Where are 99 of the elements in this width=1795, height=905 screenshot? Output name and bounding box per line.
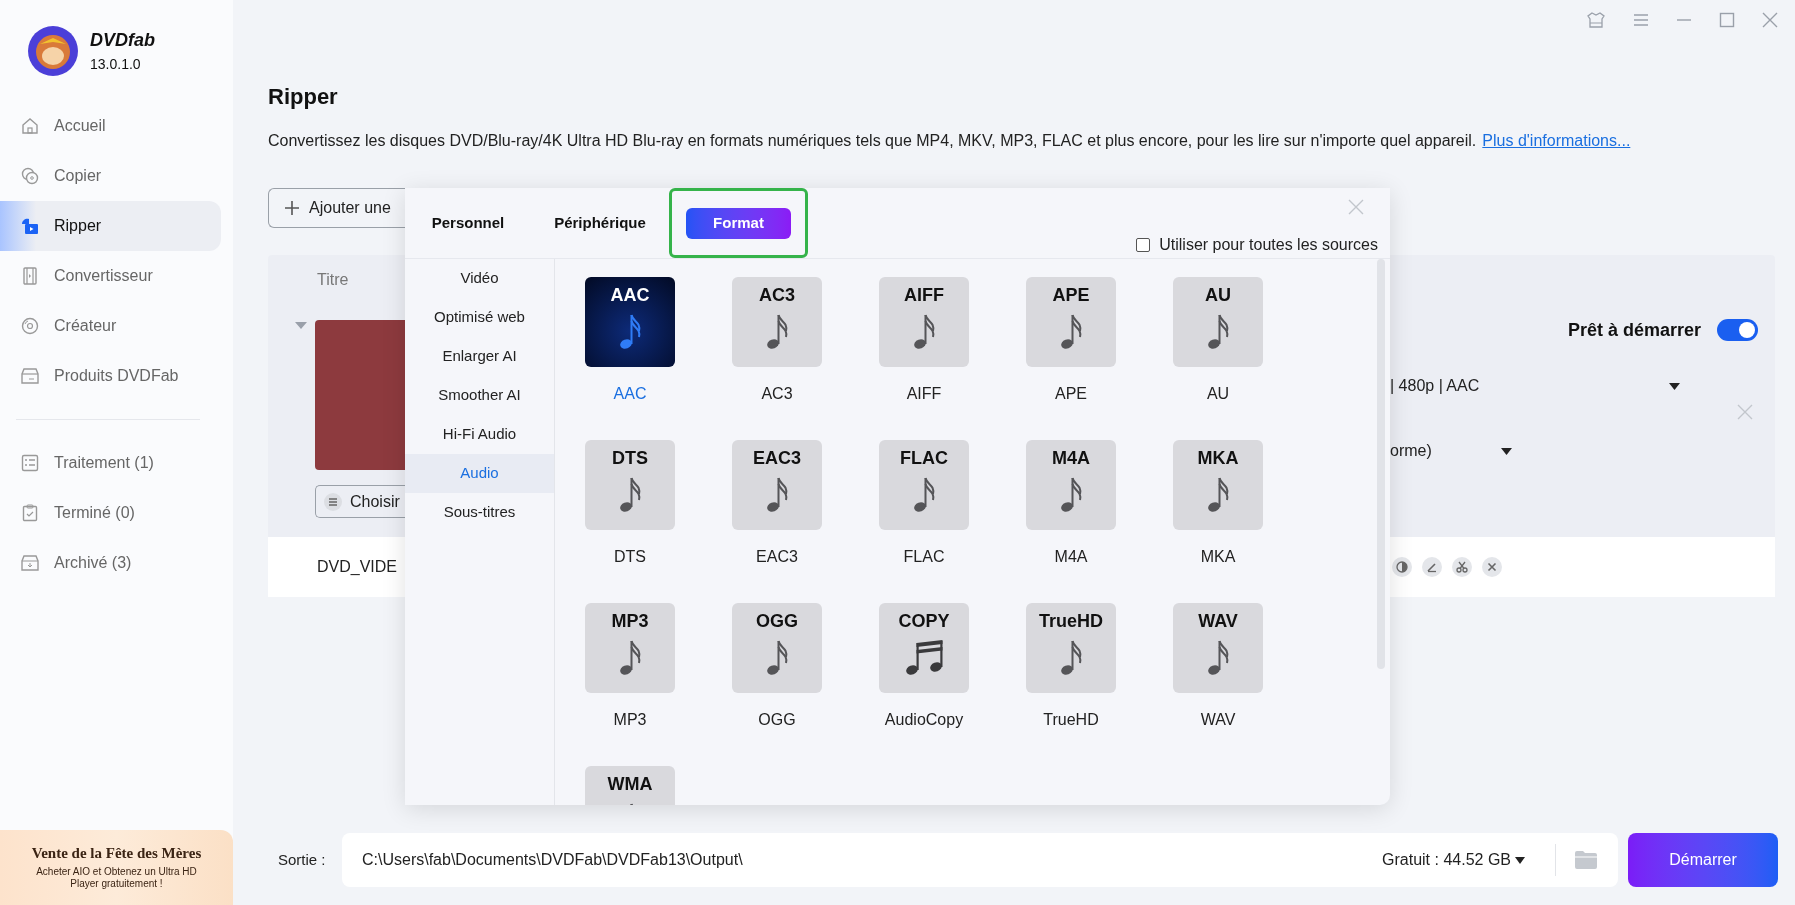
format-tile[interactable]: OGG [732, 603, 822, 693]
format-tile[interactable]: M4A [1026, 440, 1116, 530]
promo-title: Vente de la Fête des Mères [31, 845, 202, 862]
format-label: AAC [613, 384, 647, 404]
more-info-link[interactable]: Plus d'informations... [1482, 129, 1631, 153]
maximize-icon[interactable] [1719, 12, 1735, 28]
caret-down-icon [1515, 856, 1525, 864]
category-item[interactable]: Optimisé web [405, 298, 554, 337]
category-item[interactable]: Sous-titres [405, 493, 554, 532]
format-tile[interactable]: MKA [1173, 440, 1263, 530]
format-tile[interactable]: COPY [879, 603, 969, 693]
format-tile[interactable]: EAC3 [732, 440, 822, 530]
format-tile[interactable]: FLAC [879, 440, 969, 530]
category-item[interactable]: Vidéo [405, 259, 554, 298]
format-label: DTS [614, 547, 646, 567]
sidebar-item[interactable]: Convertisseur [0, 251, 221, 301]
format-label: FLAC [903, 547, 945, 567]
logo-icon [28, 25, 78, 76]
caret-down-icon [1669, 382, 1680, 390]
list-icon [20, 453, 40, 473]
app-name: DVDfab [90, 29, 155, 50]
audio-track-dropdown[interactable]: orme) [1390, 436, 1512, 466]
half-circle-icon[interactable] [1392, 557, 1412, 577]
plus-icon [285, 201, 299, 215]
close-icon[interactable] [1762, 12, 1778, 28]
category-item[interactable]: Smoother AI [405, 376, 554, 415]
sidebar-item[interactable]: Copier [0, 151, 221, 201]
free-space-dropdown[interactable]: Gratuit : 44.52 GB [1382, 848, 1525, 872]
apply-all-checkbox[interactable] [1136, 238, 1151, 252]
output-label: Sortie : [278, 849, 327, 870]
format-label: AudioCopy [884, 710, 964, 730]
sidebar-item[interactable]: Terminé (0) [0, 488, 221, 538]
format-tile[interactable]: AU [1173, 277, 1263, 367]
format-label: AU [1206, 384, 1230, 404]
ready-label: Prêt à démarrer [1567, 318, 1701, 342]
profile-dropdown[interactable]: | 480p | AAC [1390, 371, 1680, 401]
format-label: OGG [758, 710, 796, 730]
beamed-notes-icon [904, 637, 944, 677]
menu-icon[interactable] [1633, 12, 1649, 28]
category-item[interactable]: Audio [405, 454, 554, 493]
close-icon[interactable] [1737, 404, 1753, 420]
sidebar-item[interactable]: Créateur [0, 301, 221, 351]
format-tile[interactable]: AC3 [732, 277, 822, 367]
title-name: DVD_VIDE [317, 558, 398, 575]
dialog-tab[interactable]: Périphérique [550, 207, 650, 239]
format-label: APE [1055, 384, 1087, 404]
output-path-field[interactable]: C:\Users\fab\Documents\DVDFab\DVDFab13\Output\ Gratuit : 44.52 GB [342, 833, 1618, 887]
format-label: EAC3 [756, 547, 798, 567]
format-label: M4A [1054, 547, 1088, 567]
format-label: TrueHD [1043, 710, 1099, 730]
format-tile[interactable]: APE [1026, 277, 1116, 367]
promo-text: Acheter AIO et Obtenez un Ultra HD Player gratuitement ! [35, 866, 198, 890]
format-label: MP3 [613, 710, 647, 730]
format-tile[interactable]: MP3 [585, 603, 675, 693]
app-version: 13.0.1.0 [90, 55, 142, 72]
caret-down-icon[interactable] [295, 322, 307, 330]
choose-button[interactable]: Choisir [315, 485, 405, 518]
format-tile[interactable]: TrueHD [1026, 603, 1116, 693]
format-label: AIFF [906, 384, 942, 404]
ready-toggle[interactable] [1717, 319, 1758, 341]
format-tile[interactable]: DTS [585, 440, 675, 530]
disc-icon [20, 166, 40, 186]
start-button[interactable]: Démarrer [1628, 833, 1778, 887]
sidebar-item[interactable]: Traitement (1) [0, 438, 221, 488]
folder-icon[interactable] [1574, 850, 1598, 870]
format-tile[interactable]: AIFF [879, 277, 969, 367]
box-icon [20, 366, 40, 386]
format-label: AC3 [761, 384, 793, 404]
scissors-icon[interactable] [1452, 557, 1472, 577]
format-label: WAV [1200, 710, 1236, 730]
house-icon [20, 116, 40, 136]
pen-icon[interactable] [1422, 557, 1442, 577]
caret-down-icon [1501, 447, 1512, 455]
sidebar-item[interactable]: Accueil [0, 101, 221, 151]
disc-icon [20, 316, 40, 336]
sidebar-item[interactable]: Produits DVDFab [0, 351, 221, 401]
close-icon[interactable] [1348, 199, 1364, 215]
category-item[interactable]: Hi-Fi Audio [405, 415, 554, 454]
list-icon [324, 492, 342, 511]
format-tile[interactable]: AAC [585, 277, 675, 367]
archive-icon [20, 553, 40, 573]
promo-banner[interactable]: Vente de la Fête des Mères Acheter AIO et Obtenez un Ultra HD Player gratuitement ! [0, 830, 233, 905]
category-item[interactable]: Enlarger AI [405, 337, 554, 376]
format-label: MKA [1200, 547, 1236, 567]
page-description: Convertissez les disques DVD/Blu-ray/4K Ultra HD Blu-ray en formats numériques tels que MP4, MKV, MP3, FLAC et plus encore, pour les lire sur n'importe quel appareil. [268, 131, 1477, 151]
sidebar-item[interactable]: Ripper [0, 201, 221, 251]
apply-all-label: Utiliser pour toutes les sources [1159, 235, 1378, 255]
dialog-tab[interactable]: Format [686, 207, 791, 239]
format-tile[interactable]: WAV [1173, 603, 1263, 693]
remove-icon[interactable] [1482, 557, 1502, 577]
shirt-icon[interactable] [1586, 11, 1606, 29]
page-title: Ripper [268, 83, 339, 111]
film-icon [20, 266, 40, 286]
clipboard-icon [20, 503, 40, 523]
column-title: Titre [317, 270, 349, 290]
sidebar-item[interactable]: Archivé (3) [0, 538, 221, 588]
folder-play-icon [20, 216, 40, 236]
format-tile[interactable]: WMA [585, 766, 675, 805]
dialog-tab[interactable]: Personnel [427, 207, 509, 239]
